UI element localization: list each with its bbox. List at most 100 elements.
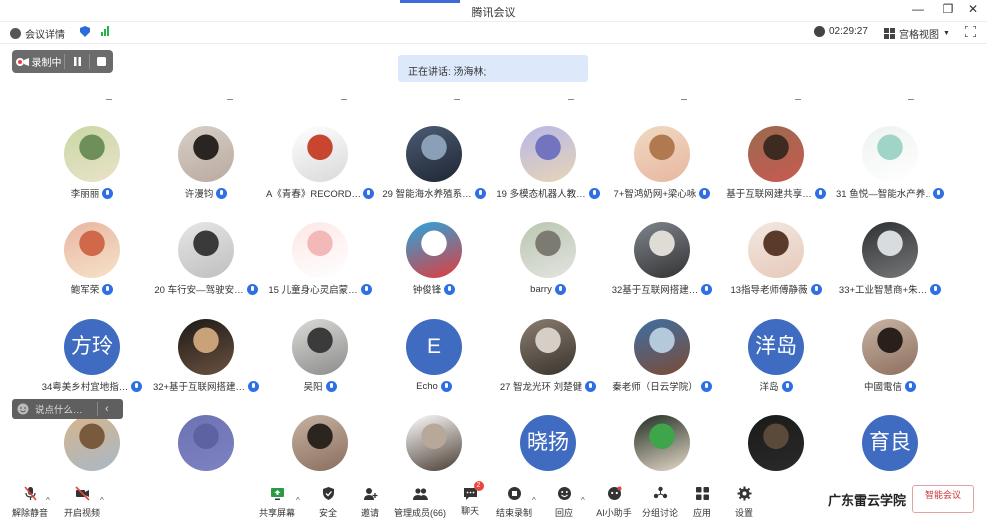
manage-members-label: 管理成员(66) (393, 508, 446, 518)
collapse-chat-icon[interactable]: ‹ (105, 403, 109, 415)
avatar: 育良 (862, 415, 918, 471)
participant-tile[interactable]: 33+工业智慧商+朱… (833, 222, 947, 318)
apps-button[interactable]: 应用 (680, 486, 724, 522)
participant-tile[interactable]: 31 鱼悦—智能水产养… (833, 126, 947, 222)
chat-input-placeholder[interactable]: 说点什么… (35, 402, 97, 416)
mic-status-icon (699, 187, 711, 199)
participant-name: 34粤美乡村宜地指… (41, 382, 129, 393)
participant-tile[interactable]: 15 儿童身心灵启蒙… (263, 222, 377, 318)
participant-name: 31 鱼悦—智能水产养… (836, 189, 930, 200)
participant-tile[interactable]: E Echo (377, 319, 491, 415)
manage-members-button[interactable]: 管理成员(66) (392, 486, 448, 522)
participant-name-row: 32+基于互联网搭建… (149, 379, 263, 393)
ai-assistant-button[interactable]: AI小助手 (592, 486, 636, 522)
participant-tile[interactable]: 中國電信 (833, 319, 947, 415)
active-tab-indicator (400, 0, 460, 3)
recording-status[interactable]: 录制中 (12, 50, 64, 73)
settings-button[interactable]: 设置 (722, 486, 766, 522)
mic-status-icon (131, 380, 143, 392)
react-options-chevron-icon[interactable]: ^ (581, 496, 585, 505)
close-button[interactable]: ✕ (963, 2, 983, 16)
participant-tile[interactable]: 李丽丽 (35, 126, 149, 222)
participant-tile[interactable]: barry (491, 222, 605, 318)
participant-name: 29 智能海水养殖系… (382, 189, 472, 200)
meeting-details-button[interactable]: 会议详情 (10, 26, 65, 41)
participant-name: Echo (416, 380, 438, 392)
avatar (748, 222, 804, 278)
participant-tile[interactable]: 许漫钧 (149, 126, 263, 222)
breakout-rooms-button[interactable]: 分组讨论 (638, 486, 682, 522)
participant-tile[interactable]: 秦老师（日云学院） (605, 319, 719, 415)
avatar (406, 126, 462, 182)
recording-label: 录制中 (31, 58, 62, 69)
chat-unread-badge: 2 (473, 481, 484, 491)
participant-name-row: 钟俊锋 (377, 282, 491, 296)
video-options-chevron-icon[interactable]: ^ (100, 496, 104, 505)
react-button[interactable]: 回应 (542, 486, 586, 522)
minimize-button[interactable]: — (908, 2, 928, 16)
mic-status-icon (325, 380, 337, 392)
end-recording-label: 结束录制 (495, 508, 532, 518)
invite-button[interactable]: 邀请 (348, 486, 392, 522)
share-options-chevron-icon[interactable]: ^ (296, 496, 300, 505)
start-video-button[interactable]: 开启视频 (60, 486, 104, 522)
share-screen-button[interactable]: 共享屏幕 (255, 486, 299, 522)
end-recording-button[interactable]: 结束录制 (492, 486, 536, 522)
avatar-initials: 育良 (869, 431, 911, 454)
participant-tile[interactable]: 吴阳 (263, 319, 377, 415)
network-status[interactable] (101, 26, 109, 36)
ai-assistant-icon (607, 486, 621, 500)
invite-label: 邀请 (360, 508, 379, 518)
chat-quick-input[interactable]: 说点什么… ‹ (12, 399, 123, 419)
recording-options-chevron-icon[interactable]: ^ (532, 496, 536, 505)
divider (97, 402, 98, 416)
view-mode-dropdown[interactable]: 宫格视图 ▼ (884, 26, 950, 41)
meeting-details-label: 会议详情 (25, 30, 65, 41)
mic-status-icon (701, 283, 713, 295)
participant-tile[interactable]: 32+基于互联网搭建… (149, 319, 263, 415)
security-status[interactable] (80, 26, 90, 37)
pause-recording-button[interactable] (65, 50, 89, 73)
participant-name-row: 33+工业智慧商+朱… (833, 282, 947, 296)
participant-tile[interactable]: 29 智能海水养殖系… (377, 126, 491, 222)
participant-tile[interactable]: 7+智鸿奶网+梁心咏 (605, 126, 719, 222)
participant-name: 13指导老师傅静薇 (730, 285, 808, 296)
participant-tile[interactable]: 32基于互联网搭建… (605, 222, 719, 318)
participant-name-row: 20 车行安—驾驶安… (149, 282, 263, 296)
participant-tile[interactable]: 27 智龙光环 刘楚健 (491, 319, 605, 415)
avatar (634, 319, 690, 375)
avatar (520, 319, 576, 375)
participant-tile[interactable]: 19 多模态机器人教… (491, 126, 605, 222)
maximize-button[interactable]: ❐ (938, 2, 958, 16)
fullscreen-button[interactable] (965, 26, 976, 37)
audio-options-chevron-icon[interactable]: ^ (46, 496, 50, 505)
participant-tile[interactable]: 20 车行安—驾驶安… (149, 222, 263, 318)
participant-name: 19 多模态机器人教… (496, 189, 586, 200)
chat-button[interactable]: 2 聊天 (448, 481, 492, 522)
participant-tile[interactable]: 基于互联网建共享… (719, 126, 833, 222)
participant-name: 秦老师（日云学院） (612, 382, 698, 393)
signal-icon (101, 26, 109, 36)
participant-tile[interactable]: A《青春》RECORD… (263, 126, 377, 222)
participant-tile[interactable]: 洋岛 洋岛 (719, 319, 833, 415)
mic-status-icon (360, 283, 372, 295)
security-button[interactable]: 安全 (306, 486, 350, 522)
mic-status-icon (810, 283, 822, 295)
start-video-label: 开启视频 (63, 508, 100, 518)
participant-name: 许漫钧 (184, 189, 214, 200)
participant-name-row: 19 多模态机器人教… (491, 186, 605, 200)
participant-tile[interactable]: 钟俊锋 (377, 222, 491, 318)
title-bar: 腾讯会议 — ❐ ✕ (0, 0, 987, 22)
recording-indicator: 录制中 (12, 50, 113, 73)
participant-name-row: 29 智能海水养殖系… (377, 186, 491, 200)
avatar (748, 415, 804, 471)
members-icon (412, 488, 428, 500)
participant-tile[interactable]: 鲍军荣 (35, 222, 149, 318)
avatar (178, 222, 234, 278)
emoji-icon[interactable] (17, 403, 29, 415)
timer-text: 02:29:27 (829, 26, 868, 37)
divider (227, 99, 233, 100)
participant-name-row: 吴阳 (263, 379, 377, 393)
participant-tile[interactable]: 13指导老师傅静薇 (719, 222, 833, 318)
stop-recording-button[interactable] (90, 50, 113, 73)
